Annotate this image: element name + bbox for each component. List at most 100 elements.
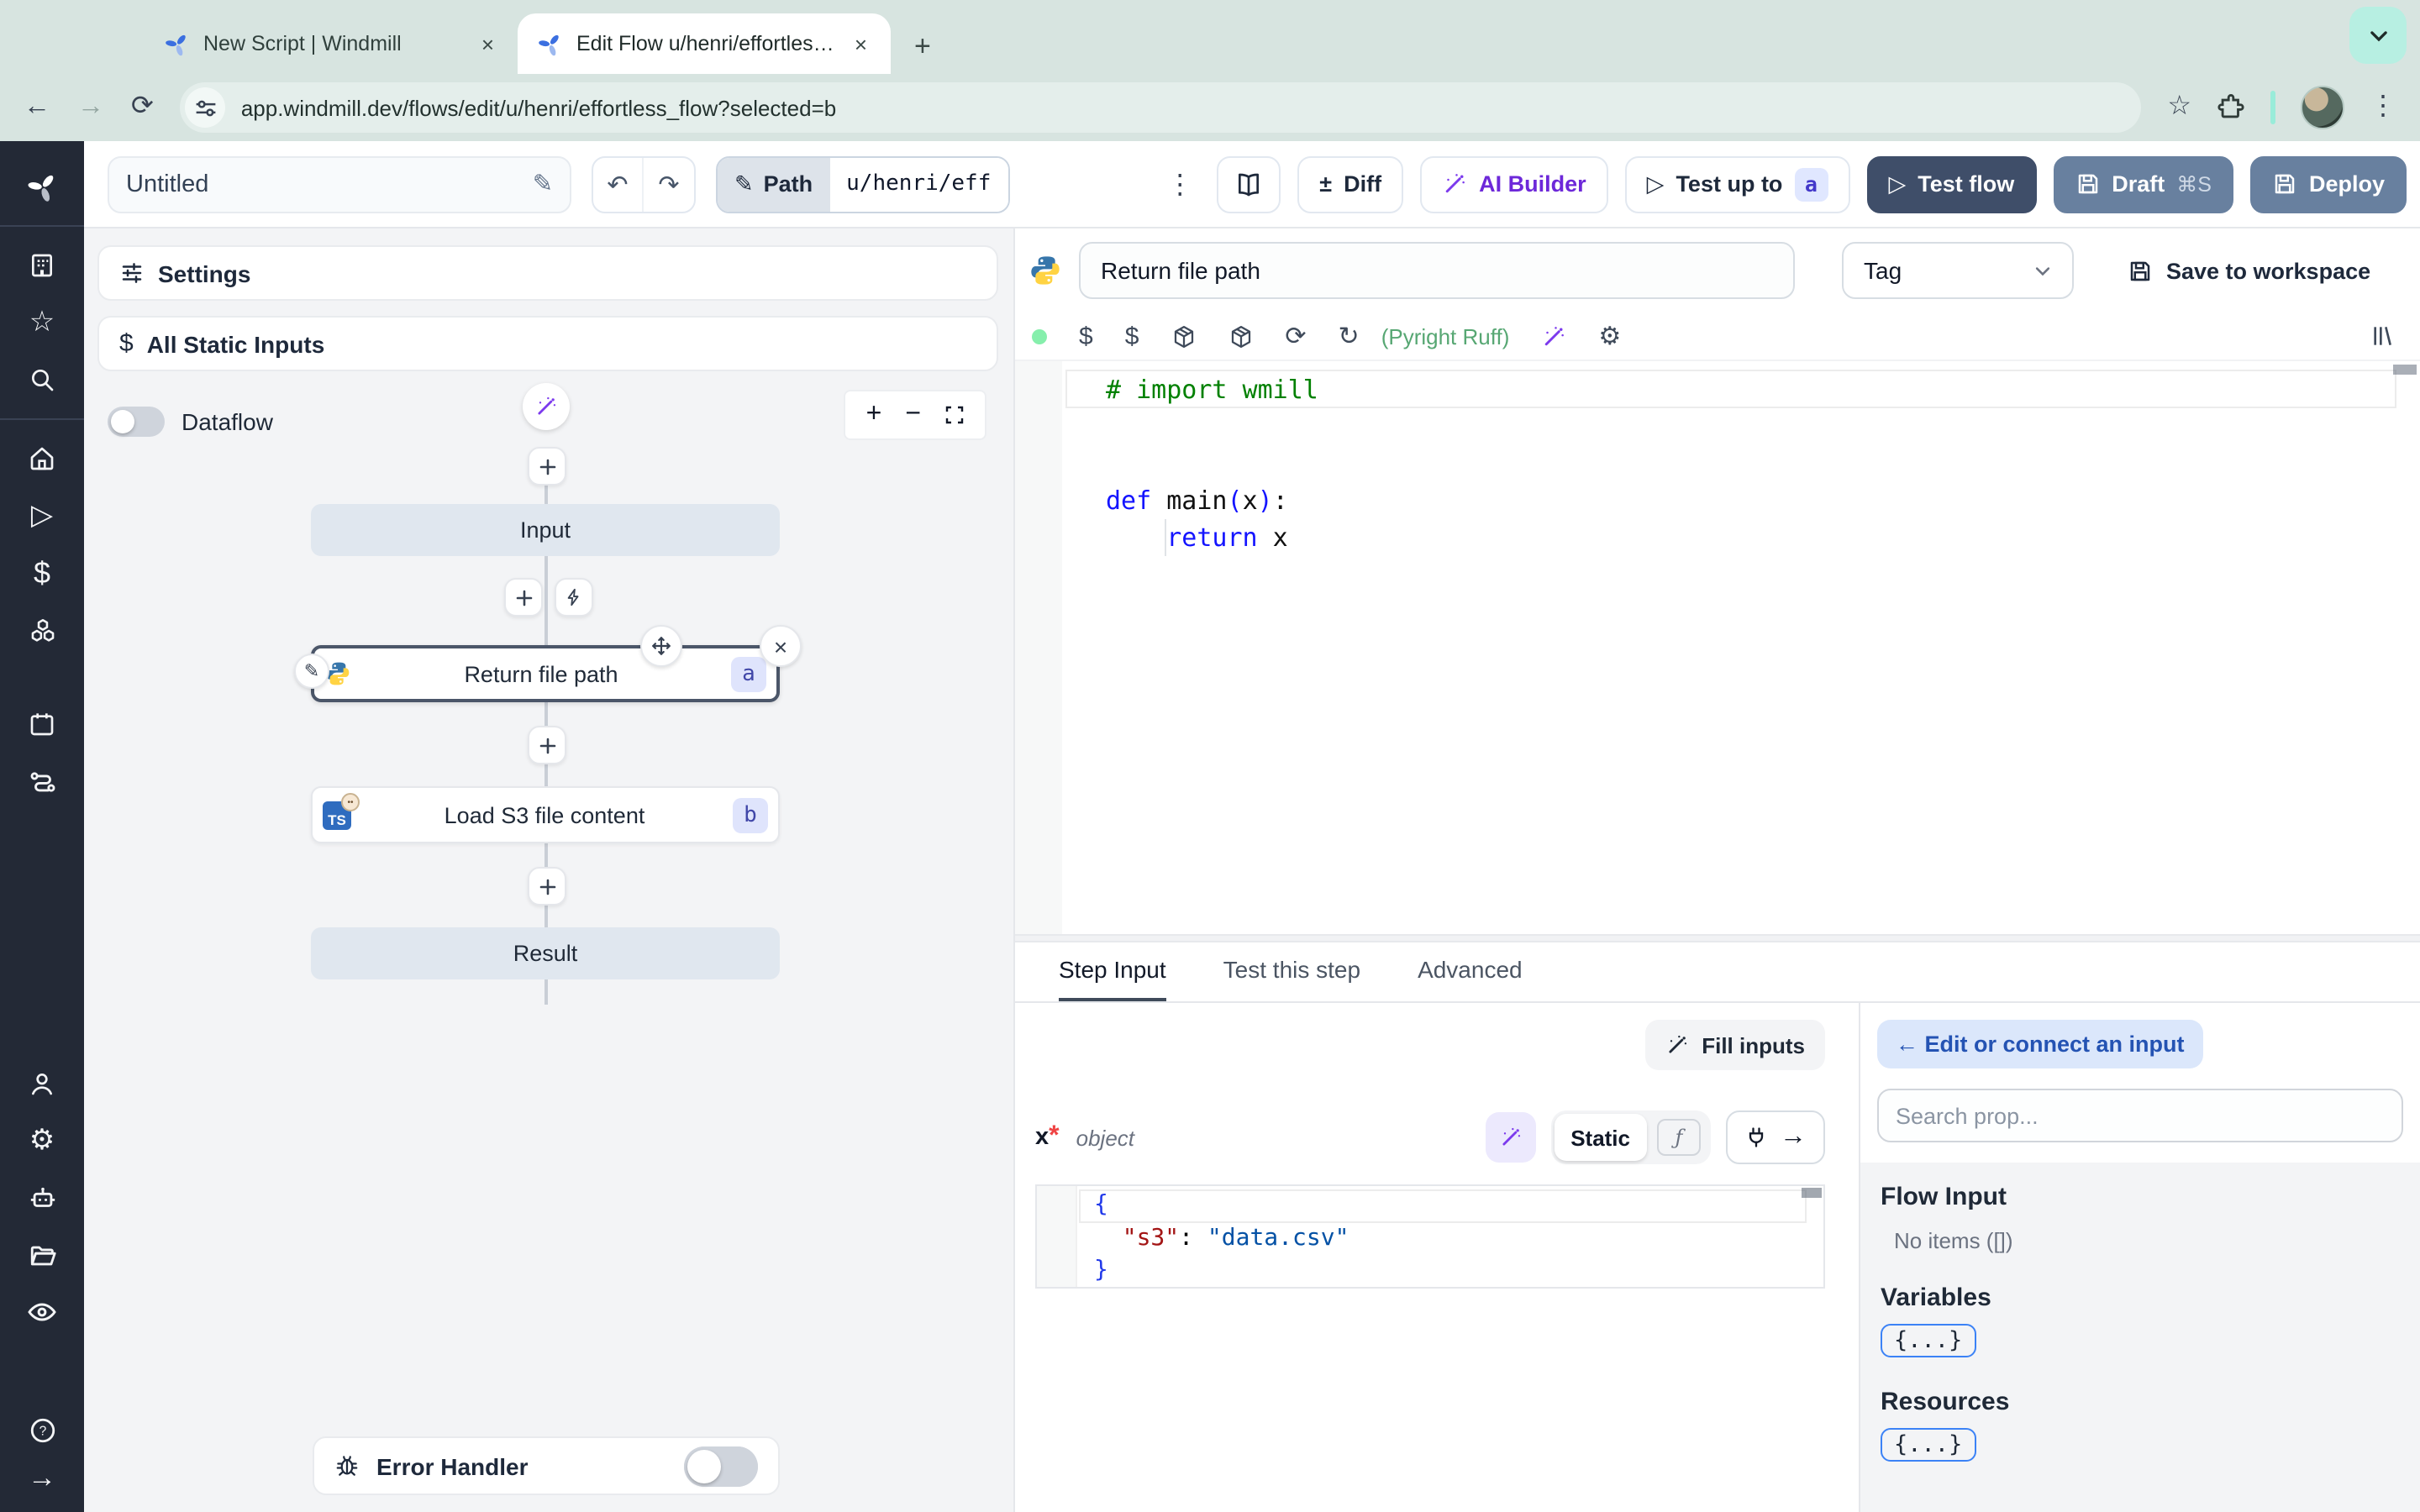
more-options-icon[interactable]: ⋮ <box>1160 167 1200 201</box>
path-widget[interactable]: ✎ Path u/henri/eff <box>716 155 1010 213</box>
chrome-menu-icon[interactable]: ⋮ <box>2370 93 2396 121</box>
url-bar[interactable]: app.windmill.dev/flows/edit/u/henri/effo… <box>180 82 2141 133</box>
code-editor[interactable]: # import wmill def main(x): return x <box>1015 360 2420 934</box>
test-up-to-button[interactable]: ▷ Test up to a <box>1624 155 1850 213</box>
fill-inputs-button[interactable]: Fill inputs <box>1644 1020 1825 1070</box>
resources-expand-chip[interactable]: {...} <box>1881 1428 1976 1462</box>
sidebar-item-runs[interactable]: ▷ <box>0 487 84 544</box>
tab-close-icon[interactable]: × <box>851 31 871 56</box>
sidebar-expand-button[interactable]: → <box>0 1458 84 1499</box>
error-handler-card[interactable]: Error Handler <box>313 1436 780 1495</box>
windmill-logo[interactable] <box>0 158 84 215</box>
delete-step-button[interactable]: × <box>760 625 802 667</box>
docs-button[interactable] <box>1217 155 1281 213</box>
extensions-icon[interactable] <box>2217 93 2245 122</box>
magic-wand-icon <box>1502 1127 1520 1146</box>
tab-title: Edit Flow u/henri/effortless_fl <box>576 32 838 55</box>
save-to-workspace-label: Save to workspace <box>2166 258 2371 283</box>
add-trigger-button[interactable] <box>555 578 593 617</box>
browser-tab-new-script[interactable]: New Script | Windmill × <box>145 13 518 74</box>
sidebar-item-schedules[interactable] <box>0 696 84 753</box>
input-node-label: Input <box>519 517 571 543</box>
static-mode-button[interactable]: Static <box>1554 1114 1647 1161</box>
sidebar-item-settings[interactable]: ⚙ <box>0 1112 84 1169</box>
editor-scrollbar[interactable] <box>2393 365 2417 375</box>
back-icon[interactable]: ← <box>24 93 50 121</box>
ai-builder-button[interactable]: AI Builder <box>1420 155 1608 213</box>
test-flow-button[interactable]: ▷ Test flow <box>1866 155 2037 213</box>
tab-close-icon[interactable]: × <box>478 31 497 56</box>
fit-view-icon[interactable] <box>944 405 965 425</box>
json-arg-editor[interactable]: { "s3": "data.csv" } <box>1035 1184 1825 1289</box>
package-icon-2[interactable] <box>1228 323 1253 349</box>
tag-select[interactable]: Tag <box>1842 242 2074 299</box>
step-name-input[interactable] <box>1079 242 1795 299</box>
add-step-button[interactable] <box>504 578 543 617</box>
ai-fill-button[interactable] <box>1485 1112 1536 1163</box>
tab-advanced[interactable]: Advanced <box>1418 956 1523 1001</box>
deploy-button[interactable]: Deploy <box>2249 155 2407 213</box>
tab-step-input[interactable]: Step Input <box>1059 956 1166 1001</box>
add-step-top-button[interactable] <box>528 447 566 486</box>
result-node[interactable]: Result <box>311 927 780 979</box>
save-to-workspace-button[interactable]: Save to workspace <box>2128 258 2370 283</box>
pane-resize-handle[interactable] <box>1015 934 2420 942</box>
edit-step-pencil-button[interactable]: ✎ <box>294 654 329 689</box>
step-node-b[interactable]: TS •• Load S3 file content b <box>311 786 780 843</box>
sidebar-item-users[interactable] <box>0 1055 84 1112</box>
close-icon: × <box>773 633 788 659</box>
profile-avatar[interactable] <box>2301 86 2344 129</box>
bookmark-star-icon[interactable]: ☆ <box>2167 93 2191 121</box>
add-step-button[interactable] <box>528 867 566 906</box>
step-node-a[interactable]: Return file path a <box>311 645 780 702</box>
editor-settings-gear-icon[interactable]: ⚙ <box>1598 321 1621 351</box>
flow-settings-button[interactable]: Settings <box>97 245 998 301</box>
graph-ai-button[interactable] <box>523 383 570 430</box>
connect-input-button[interactable]: → <box>1726 1110 1825 1164</box>
tab-test-this-step[interactable]: Test this step <box>1223 956 1360 1001</box>
sidebar-item-workspace[interactable] <box>0 237 84 294</box>
sidebar-item-workers[interactable] <box>0 1169 84 1226</box>
all-static-inputs-button[interactable]: $ All Static Inputs <box>97 316 998 371</box>
move-step-button[interactable] <box>640 625 682 667</box>
new-tab-button[interactable]: + <box>914 30 931 64</box>
browser-tab-edit-flow[interactable]: Edit Flow u/henri/effortless_fl × <box>518 13 891 74</box>
add-step-button[interactable] <box>528 726 566 764</box>
reload-icon[interactable]: ⟳ <box>131 93 154 121</box>
sidebar-item-variables[interactable]: $ <box>0 544 84 601</box>
package-icon[interactable] <box>1171 323 1196 349</box>
sidebar-item-home[interactable] <box>0 430 84 487</box>
reload-icon[interactable]: ⟳ <box>1285 321 1306 351</box>
zoom-in-button[interactable]: + <box>866 400 882 430</box>
input-node[interactable]: Input <box>311 504 780 556</box>
diff-button[interactable]: ± Diff <box>1297 155 1404 213</box>
variables-expand-chip[interactable]: {...} <box>1881 1324 1976 1357</box>
step-b-title: Load S3 file content <box>444 802 645 827</box>
zoom-out-button[interactable]: − <box>905 400 921 430</box>
redo-button[interactable]: ↷ <box>644 157 694 211</box>
sidebar-item-folders[interactable] <box>0 1226 84 1284</box>
forward-icon[interactable]: → <box>77 93 104 121</box>
flow-name-field[interactable]: Untitled ✎ <box>108 155 571 213</box>
draft-button[interactable]: Draft ⌘S <box>2053 155 2233 213</box>
sidebar-item-resources[interactable] <box>0 601 84 659</box>
magic-wand-icon[interactable] <box>1541 323 1566 349</box>
search-prop-input[interactable] <box>1877 1089 2403 1142</box>
site-settings-icon[interactable] <box>185 87 226 128</box>
error-handler-toggle[interactable] <box>684 1446 758 1486</box>
sidebar-item-search[interactable] <box>0 351 84 408</box>
sidebar-item-audit-logs[interactable] <box>0 1284 84 1341</box>
env-variable-icon-2[interactable]: $ <box>1125 322 1139 350</box>
sidebar-item-help[interactable]: ? <box>0 1401 84 1458</box>
undo-button[interactable]: ↶ <box>593 157 644 211</box>
sidebar-item-favorites[interactable]: ☆ <box>0 294 84 351</box>
arg-controls: Static ƒ → <box>1485 1110 1825 1164</box>
refresh-assistants-icon[interactable]: ↻ <box>1339 321 1360 351</box>
tab-search-chevron-button[interactable] <box>2349 7 2407 64</box>
dataflow-toggle[interactable] <box>108 407 165 437</box>
fx-mode-button[interactable]: ƒ <box>1657 1119 1701 1156</box>
sidebar-item-triggers[interactable] <box>0 753 84 810</box>
library-icon[interactable] <box>2370 323 2396 349</box>
edit-or-connect-button[interactable]: ← Edit or connect an input <box>1877 1020 2203 1068</box>
env-variable-icon[interactable]: $ <box>1079 322 1093 350</box>
